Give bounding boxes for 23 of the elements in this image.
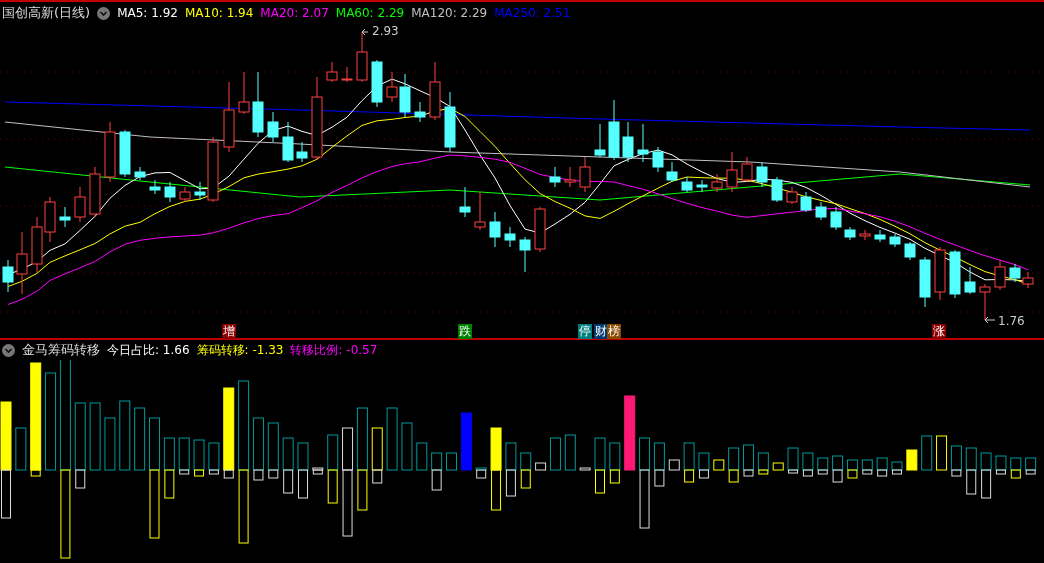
pointer-arrow [361, 28, 369, 36]
low-price-label: 1.76 [998, 314, 1025, 328]
ma-legend-label: MA250: 2.51 [494, 5, 571, 22]
ma-legend-label: MA20: 2.07 [260, 5, 329, 22]
ma-legend-label: MA60: 2.29 [335, 5, 405, 22]
collapse-icon[interactable] [2, 343, 15, 357]
ma-legend-label: MA10: 1.94 [184, 5, 254, 22]
chart-title: 国创高新(日线) [2, 4, 91, 23]
collapse-icon[interactable] [97, 6, 111, 20]
indicator-title: 金马筹码转移 [22, 341, 100, 360]
high-price-label: 2.93 [372, 24, 399, 38]
indicator-value: 筹码转移: -1.33 [196, 342, 284, 359]
pointer-arrow [984, 316, 996, 324]
signal-marker: 涨 [932, 324, 946, 339]
signal-marker: 跌 [458, 324, 472, 339]
ma-legend-label: MA5: 1.92 [117, 5, 178, 22]
signal-marker: 榜 [607, 324, 621, 339]
indicator-value: 转移比例: -0.57 [290, 342, 378, 359]
ma-legend-label: MA120: 2.29 [411, 5, 488, 22]
signal-marker: 停 [578, 324, 592, 339]
indicator-value: 今日占比: 1.66 [107, 342, 190, 359]
signal-marker: 增 [222, 324, 236, 339]
signal-marker: 财 [594, 324, 608, 339]
